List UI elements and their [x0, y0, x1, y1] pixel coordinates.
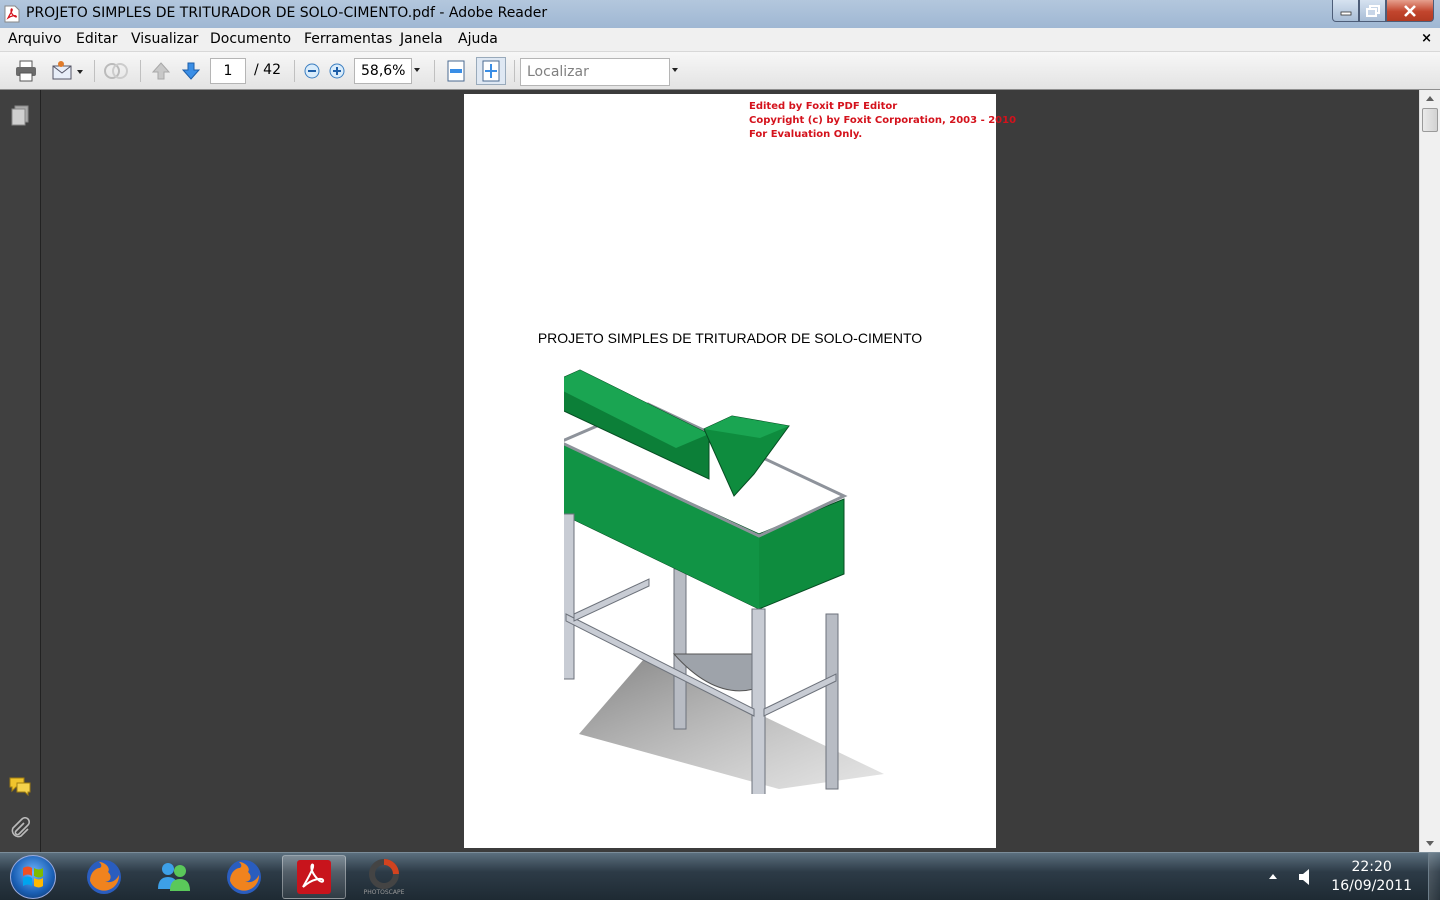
taskbar-live-messenger[interactable] — [142, 855, 206, 899]
menu-ajuda[interactable]: Ajuda — [458, 31, 498, 47]
paperclip-icon — [11, 817, 31, 838]
show-hidden-icons-button[interactable] — [1266, 869, 1280, 883]
collaborate-button[interactable] — [102, 59, 130, 83]
share-button[interactable] — [50, 59, 86, 83]
pages-panel-button[interactable] — [6, 102, 34, 130]
windows-logo-icon — [23, 866, 43, 888]
pdf-page: Edited by Foxit PDF Editor Copyright (c)… — [464, 94, 1016, 848]
start-button[interactable] — [10, 855, 56, 899]
clock-time: 22:20 — [1351, 859, 1392, 875]
watermark-line-3: For Evaluation Only. — [749, 129, 863, 140]
photoscape-label: PHOTOSCAPE — [364, 889, 405, 896]
show-desktop-button[interactable] — [1428, 853, 1440, 900]
vertical-scrollbar[interactable] — [1419, 90, 1440, 852]
zoom-level-input[interactable]: 58,6% — [354, 58, 412, 84]
print-button[interactable] — [12, 59, 40, 83]
toolbar-separator — [294, 60, 295, 82]
toolbar-separator — [434, 60, 435, 82]
fit-page-icon — [447, 60, 465, 82]
page-total-label: / 42 — [254, 62, 281, 78]
zoom-out-icon — [304, 63, 320, 79]
watermark-line-2: Copyright (c) by Foxit Corporation, 2003… — [749, 115, 1017, 126]
chevron-up-icon — [1269, 874, 1277, 879]
system-clock[interactable]: 22:20 16/09/2011 — [1331, 858, 1412, 896]
menu-ferramentas[interactable]: Ferramentas — [304, 31, 392, 47]
firefox-icon — [227, 860, 261, 894]
frame-rail — [763, 673, 837, 717]
toolbar: 1 / 42 58,6% Localizar — [0, 52, 1440, 90]
close-icon — [1404, 4, 1416, 17]
scroll-up-icon[interactable] — [1426, 96, 1434, 101]
taskbar-adobe-reader[interactable] — [282, 855, 346, 899]
minimize-icon — [1340, 11, 1351, 15]
messenger-icon — [158, 863, 190, 891]
photoscape-icon: PHOTOSCAPE — [364, 859, 405, 896]
comments-panel-button[interactable] — [6, 772, 34, 800]
frame-leg — [825, 613, 839, 790]
toolbar-separator — [140, 60, 141, 82]
menu-visualizar[interactable]: Visualizar — [131, 31, 198, 47]
adobe-reader-icon — [297, 860, 331, 894]
previous-page-button[interactable] — [148, 59, 174, 83]
zoom-dropdown-icon[interactable] — [414, 68, 420, 72]
window-controls — [1332, 0, 1434, 22]
menu-documento[interactable]: Documento — [210, 31, 291, 47]
close-document-button[interactable]: × — [1421, 31, 1432, 46]
menu-arquivo[interactable]: Arquivo — [8, 31, 62, 47]
menu-janela[interactable]: Janela — [400, 31, 443, 47]
fit-page-button[interactable] — [442, 59, 470, 83]
close-button[interactable] — [1386, 0, 1434, 22]
full-screen-icon — [482, 60, 500, 82]
attachments-panel-button[interactable] — [6, 814, 34, 842]
zoom-in-button[interactable] — [327, 61, 347, 81]
title-bar: PROJETO SIMPLES DE TRITURADOR DE SOLO-CI… — [0, 0, 1440, 28]
zoom-out-button[interactable] — [302, 61, 322, 81]
taskbar-firefox[interactable] — [72, 855, 136, 899]
page-number-input[interactable]: 1 — [210, 58, 246, 84]
envelope-print-icon — [52, 61, 83, 80]
document-title: PROJETO SIMPLES DE TRITURADOR DE SOLO-CI… — [537, 330, 923, 346]
speaker-icon — [1299, 869, 1309, 885]
crusher-machine-drawing — [564, 369, 884, 794]
volume-button[interactable] — [1294, 865, 1316, 889]
frame-leg — [564, 513, 575, 680]
restore-button[interactable] — [1359, 0, 1386, 22]
firefox-icon — [87, 860, 121, 894]
frame-leg — [751, 608, 766, 794]
collaborate-icon — [104, 63, 128, 79]
window-title: PROJETO SIMPLES DE TRITURADOR DE SOLO-CI… — [26, 5, 548, 21]
navigation-pane — [0, 90, 41, 852]
find-dropdown-icon[interactable] — [672, 68, 678, 72]
find-input[interactable]: Localizar — [520, 58, 670, 86]
taskbar-firefox-2[interactable] — [212, 855, 276, 899]
zoom-in-icon — [329, 63, 345, 79]
pages-icon — [11, 105, 29, 126]
toolbar-separator — [514, 60, 515, 82]
restore-icon — [1365, 4, 1380, 17]
arrow-down-icon — [181, 62, 201, 80]
taskbar: PHOTOSCAPE 22:20 16/09/2011 — [0, 852, 1440, 900]
scroll-down-icon[interactable] — [1426, 841, 1434, 846]
arrow-up-icon — [151, 62, 171, 80]
next-page-button[interactable] — [178, 59, 204, 83]
printer-icon — [16, 60, 36, 82]
frame-leg — [673, 568, 687, 730]
menu-bar: Arquivo Editar Visualizar Documento Ferr… — [0, 28, 1440, 52]
minimize-button[interactable] — [1332, 0, 1359, 22]
menu-editar[interactable]: Editar — [76, 31, 117, 47]
scroll-thumb[interactable] — [1422, 108, 1438, 132]
taskbar-photoscape[interactable]: PHOTOSCAPE — [352, 855, 416, 899]
full-screen-button[interactable] — [476, 57, 506, 85]
pdf-file-icon — [4, 5, 20, 23]
frame-rail — [573, 578, 650, 622]
comments-icon — [9, 777, 31, 796]
watermark-line-1: Edited by Foxit PDF Editor — [749, 101, 898, 112]
clock-date: 16/09/2011 — [1331, 878, 1412, 894]
foxit-watermark: Edited by Foxit PDF Editor Copyright (c)… — [749, 100, 1016, 142]
toolbar-separator — [94, 60, 95, 82]
